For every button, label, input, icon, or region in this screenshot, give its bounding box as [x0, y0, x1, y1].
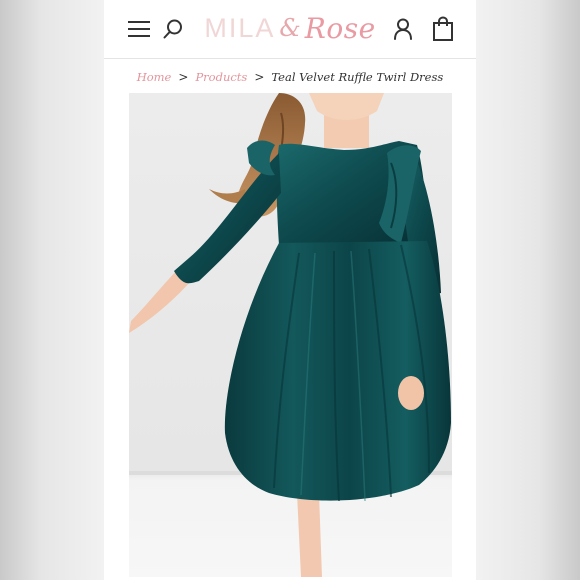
background-left [0, 0, 104, 580]
breadcrumb-products-link[interactable]: Products [195, 70, 247, 84]
product-image[interactable] [129, 93, 452, 577]
site-header: MILA & Rose [104, 0, 476, 59]
breadcrumb-separator: > [178, 70, 189, 84]
search-icon[interactable] [162, 18, 184, 40]
site-logo[interactable]: MILA & Rose [204, 8, 375, 48]
hamburger-menu-icon[interactable] [128, 21, 150, 37]
shopping-bag-icon[interactable] [432, 16, 454, 42]
breadcrumb-home-link[interactable]: Home [137, 70, 172, 84]
breadcrumb-separator: > [254, 70, 265, 84]
breadcrumb: Home > Products > Teal Velvet Ruffle Twirl D… [104, 70, 476, 92]
user-account-icon[interactable] [392, 17, 414, 41]
background-right [476, 0, 580, 580]
logo-text-rose: Rose [304, 11, 376, 45]
logo-ampersand: & [279, 14, 301, 42]
mobile-page: MILA & Rose Home > Products > Teal Velvet Ru… [104, 0, 476, 580]
breadcrumb-current-page: Teal Velvet Ruffle Twirl Dress [271, 70, 444, 84]
logo-text-mila: MILA [204, 12, 276, 43]
